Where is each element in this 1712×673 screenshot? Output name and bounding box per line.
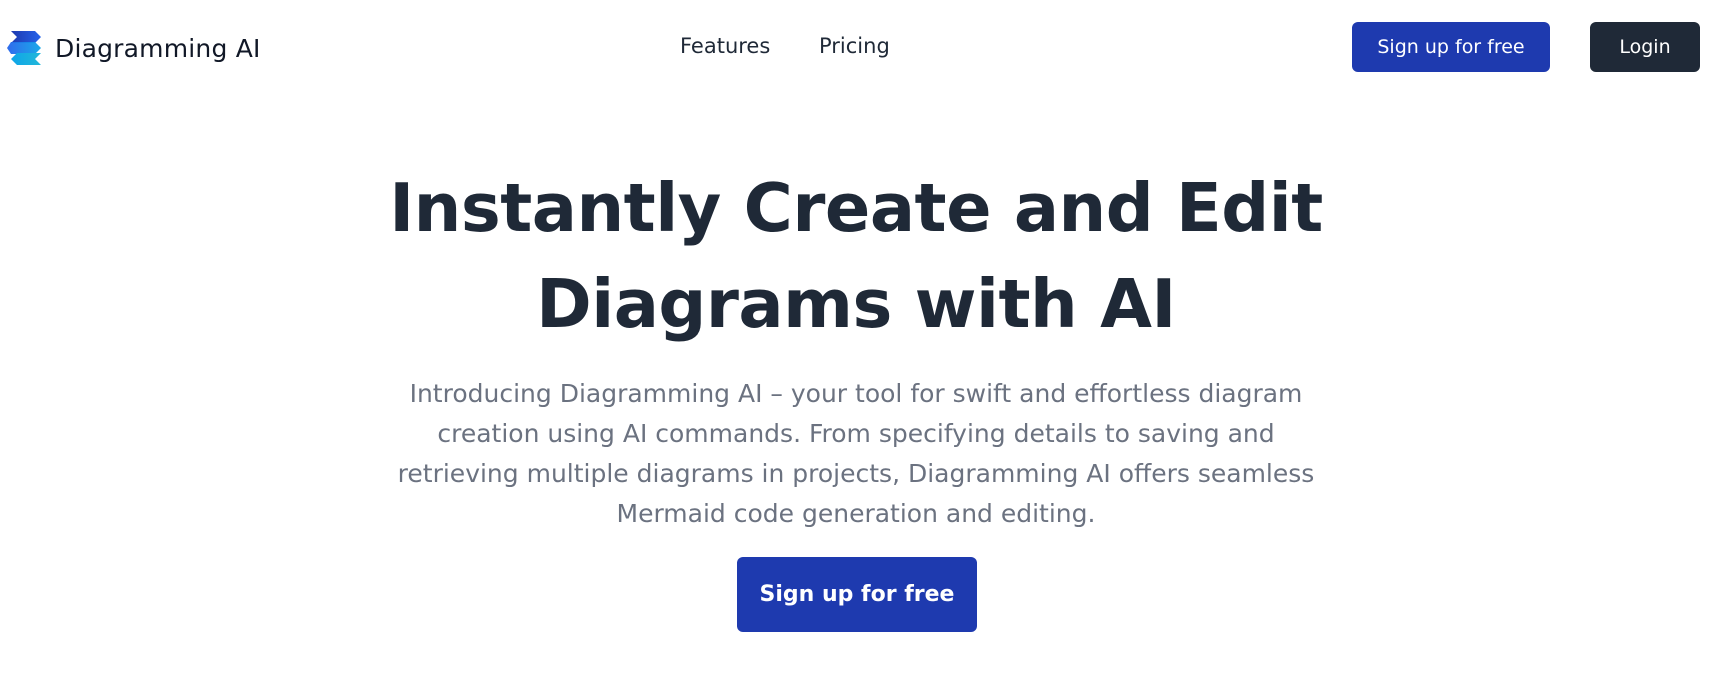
hero-title-line: Diagrams with AI	[536, 265, 1176, 343]
hero-description-line: creation using AI commands. From specify…	[437, 419, 1275, 448]
brand-name: Diagramming AI	[55, 33, 261, 63]
hero-signup-button[interactable]: Sign up for free	[737, 557, 977, 632]
hero-title: Instantly Create and Edit Diagrams with …	[0, 160, 1712, 352]
brand-home-link[interactable]: Diagramming AI	[7, 28, 261, 68]
hero-description-line: Introducing Diagramming AI – your tool f…	[409, 379, 1303, 408]
hero-description: Introducing Diagramming AI – your tool f…	[356, 374, 1356, 534]
hero-title-line: Instantly Create and Edit	[389, 169, 1323, 247]
nav-link-pricing[interactable]: Pricing	[819, 34, 890, 58]
landing-page: Diagramming AI Features Pricing Sign up …	[0, 0, 1712, 673]
nav-link-features[interactable]: Features	[680, 34, 770, 58]
diagramming-ai-logo-icon	[7, 31, 41, 65]
signup-button[interactable]: Sign up for free	[1352, 22, 1550, 72]
hero-description-line: retrieving multiple diagrams in projects…	[397, 459, 1315, 488]
hero-description-line: Mermaid code generation and editing.	[616, 499, 1096, 528]
login-button[interactable]: Login	[1590, 22, 1700, 72]
